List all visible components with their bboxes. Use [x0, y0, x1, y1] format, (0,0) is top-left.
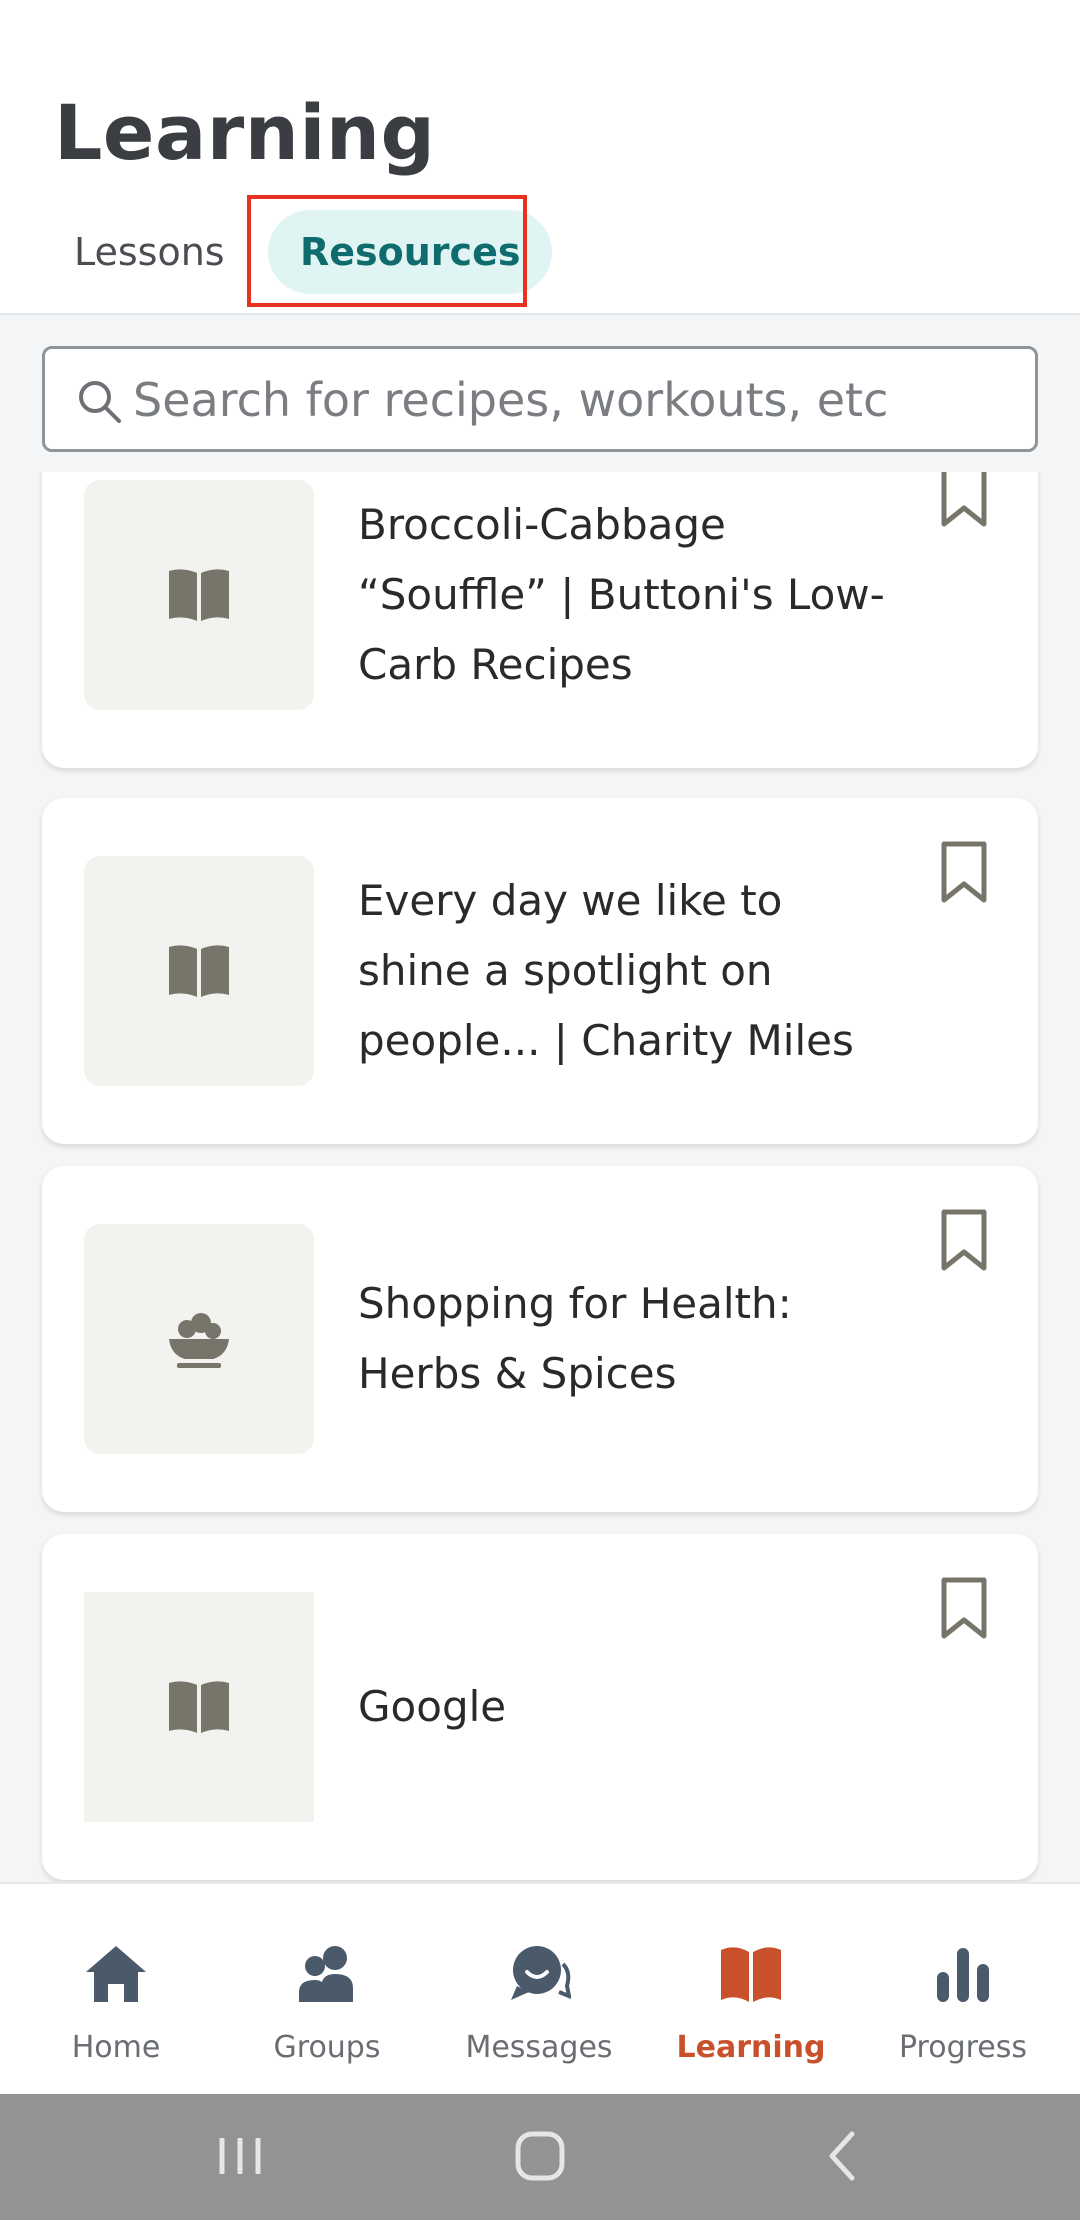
resource-list: Broccoli-Cabbage “Souffle” | Buttoni's L…: [0, 472, 1080, 1882]
nav-messages[interactable]: Messages: [431, 1884, 647, 2096]
back-icon[interactable]: [812, 2124, 876, 2188]
resource-card[interactable]: Broccoli-Cabbage “Souffle” | Buttoni's L…: [42, 472, 1038, 768]
nav-progress[interactable]: Progress: [855, 1884, 1071, 2096]
groups-icon: [299, 1946, 353, 2002]
search-icon: [79, 381, 121, 423]
nav-label: Home: [71, 2030, 161, 2065]
resource-title: Google: [358, 1682, 507, 1731]
book-icon: [169, 945, 229, 997]
nav-home[interactable]: Home: [8, 1884, 224, 2096]
system-navigation-bar: [0, 2094, 1080, 2220]
book-icon: [169, 569, 229, 621]
resource-card[interactable]: Shopping for Health: Herbs & Spices: [42, 1166, 1038, 1512]
learning-icon: [721, 1947, 781, 2002]
bookmark-icon[interactable]: [938, 840, 990, 904]
search-input[interactable]: [131, 349, 1015, 451]
resource-card[interactable]: Google: [42, 1534, 1038, 1880]
home-icon: [86, 1946, 146, 2002]
resource-thumbnail: [84, 1592, 314, 1822]
nav-label: Messages: [465, 2030, 613, 2065]
resource-thumbnail: [84, 1224, 314, 1454]
tab-lessons[interactable]: Lessons: [54, 210, 245, 294]
resource-title: Shopping for Health: Herbs & Spices: [358, 1279, 792, 1398]
page-title: Learning: [54, 88, 436, 177]
resource-thumbnail: [84, 480, 314, 710]
header: Learning Lessons Resources: [0, 0, 1080, 315]
nav-label: Progress: [898, 2030, 1028, 2065]
resource-title: Every day we like to shine a spotlight o…: [358, 876, 854, 1065]
search-bar: [42, 346, 1038, 452]
highlight-box: [247, 195, 527, 307]
resource-card[interactable]: Every day we like to shine a spotlight o…: [42, 798, 1038, 1144]
nav-label: Groups: [273, 2030, 381, 2065]
resource-title: Broccoli-Cabbage “Souffle” | Buttoni's L…: [358, 500, 885, 689]
recents-icon[interactable]: [208, 2124, 272, 2188]
resource-thumbnail: [84, 856, 314, 1086]
nav-groups[interactable]: Groups: [219, 1884, 435, 2096]
nav-label: Learning: [676, 2030, 826, 2065]
progress-icon: [937, 1948, 989, 2002]
bottom-nav: Home Groups Messages Learning Progress: [0, 1882, 1080, 2096]
messages-icon: [511, 1946, 571, 2000]
nav-learning[interactable]: Learning: [643, 1884, 859, 2096]
bookmark-icon[interactable]: [938, 1208, 990, 1272]
book-icon: [169, 1681, 229, 1733]
food-bowl-icon: [169, 1313, 229, 1368]
home-button-icon[interactable]: [508, 2124, 572, 2188]
bookmark-icon[interactable]: [938, 472, 990, 528]
bookmark-icon[interactable]: [938, 1576, 990, 1640]
